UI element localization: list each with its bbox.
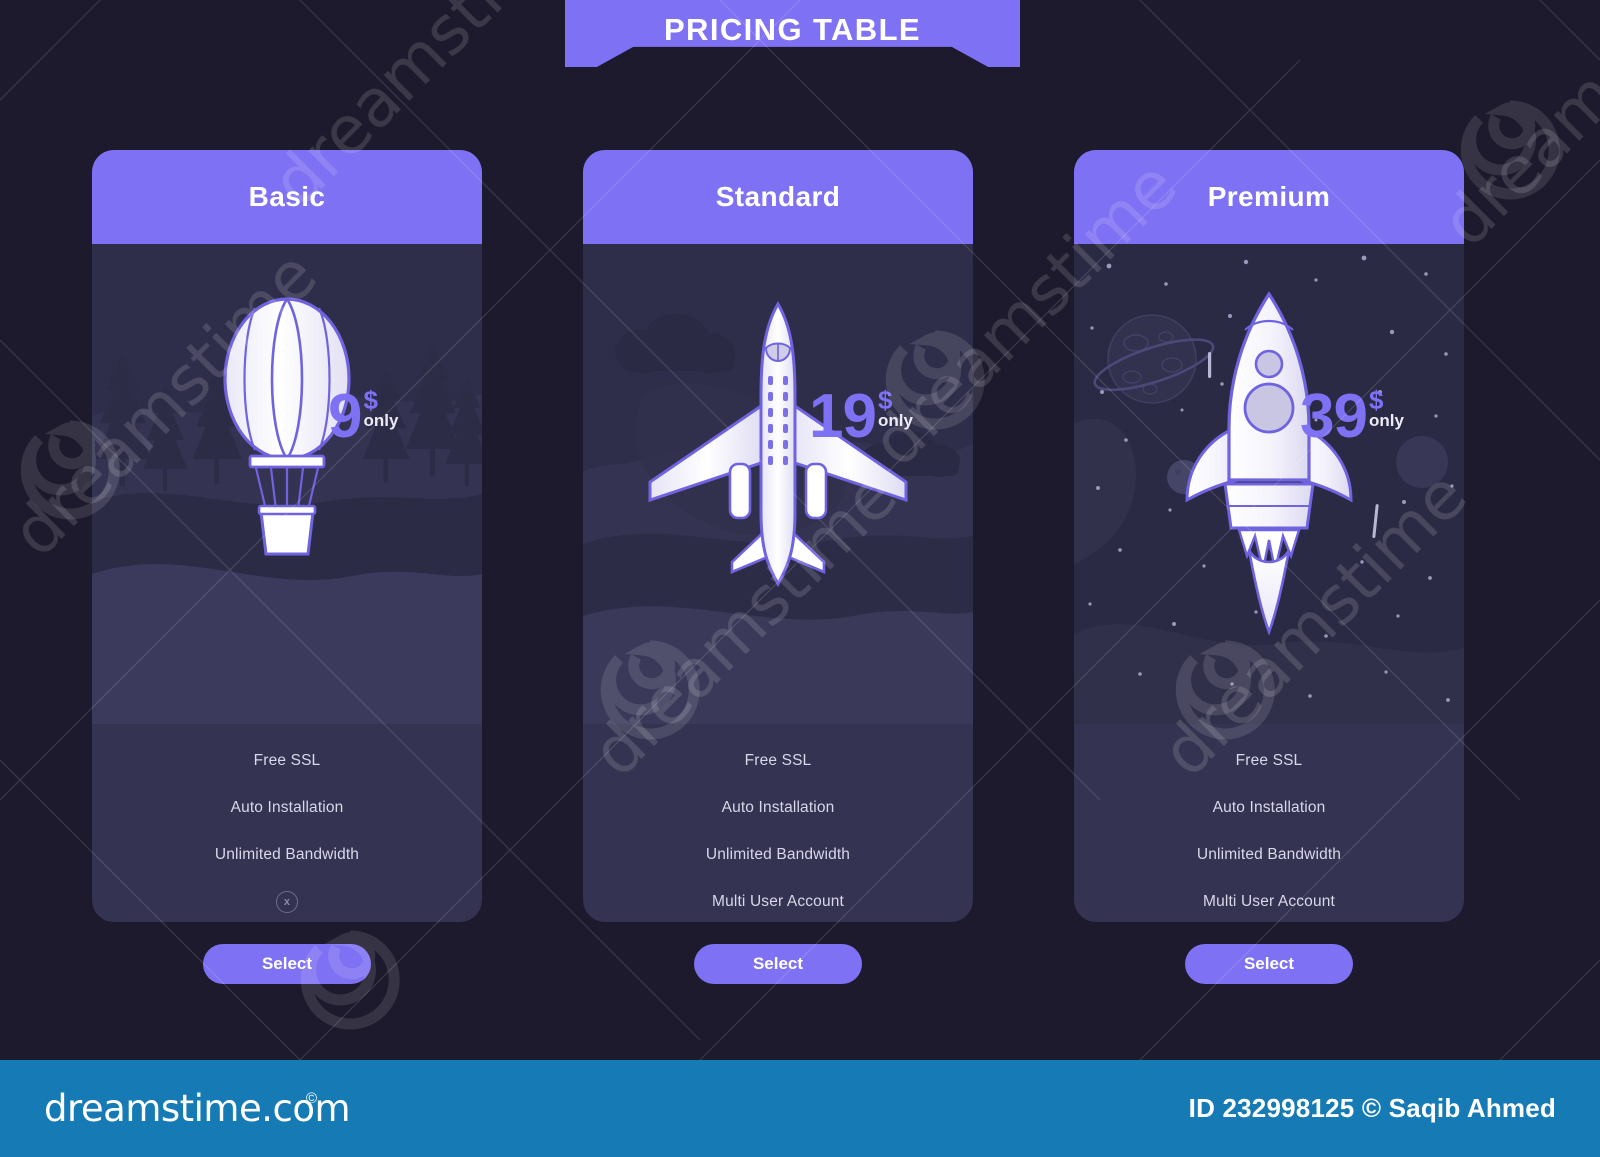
illustration-hot-air-balloon: 9 $ only xyxy=(92,244,482,724)
select-button-premium[interactable]: Select xyxy=(1185,944,1353,984)
copyright-mark-icon: © xyxy=(306,1090,318,1107)
plan-card-standard[interactable]: Standard 19 $ only Free SSL Auto Install… xyxy=(583,150,973,922)
dreamstime-logo-text: dreamstime.com xyxy=(44,1087,351,1130)
artboard-canvas: PRICING TABLE Basic 9 $ only Free SSL Au… xyxy=(0,0,1600,1060)
feature-item: Auto Installation xyxy=(230,799,344,817)
feature-item-unavailable: x xyxy=(276,878,298,922)
feature-item: Multi User Account xyxy=(1203,892,1335,910)
feature-item: Unlimited Bandwidth xyxy=(1196,845,1342,863)
plan-name: Basic xyxy=(248,181,326,212)
plan-header-basic: Basic xyxy=(92,150,482,244)
pricing-table-artboard: PRICING TABLE Basic 9 $ only Free SSL Au… xyxy=(0,0,1600,1157)
feature-item: Auto Installation xyxy=(721,799,835,817)
illustration-airplane: 19 $ only xyxy=(583,244,973,724)
feature-item: Unlimited Bandwidth xyxy=(705,845,851,863)
illustration-rocket: 39 $ only xyxy=(1074,244,1464,724)
dreamstime-logo: dreamstime.com © xyxy=(44,1087,351,1130)
plan-cards: Basic 9 $ only Free SSL Auto Installatio… xyxy=(0,0,1600,1060)
feature-item: Unlimited Bandwidth xyxy=(214,845,360,863)
close-icon: x xyxy=(276,890,298,913)
plan-header-premium: Premium xyxy=(1074,150,1464,244)
plan-card-basic[interactable]: Basic 9 $ only Free SSL Auto Installatio… xyxy=(92,150,482,922)
feature-list-basic: Free SSL Auto Installation Unlimited Ban… xyxy=(92,738,482,922)
plan-card-premium[interactable]: Premium 39 $ only Free SSL Auto Installa… xyxy=(1074,150,1464,922)
select-button-basic[interactable]: Select xyxy=(203,944,371,984)
image-credit: ID 232998125 © Saqib Ahmed xyxy=(1188,1093,1556,1123)
select-button-standard[interactable]: Select xyxy=(694,944,862,984)
plan-name: Premium xyxy=(1207,181,1331,212)
plan-header-standard: Standard xyxy=(583,150,973,244)
stock-footer-bar: dreamstime.com © ID 232998125 © Saqib Ah… xyxy=(0,1060,1600,1157)
feature-item: Auto Installation xyxy=(1212,799,1326,817)
plan-name: Standard xyxy=(715,181,841,212)
feature-item: Free SSL xyxy=(744,752,812,770)
feature-item: Free SSL xyxy=(253,752,321,770)
feature-list-premium: Free SSL Auto Installation Unlimited Ban… xyxy=(1074,738,1464,922)
feature-item: Multi User Account xyxy=(712,892,844,910)
feature-list-standard: Free SSL Auto Installation Unlimited Ban… xyxy=(583,738,973,922)
feature-item: Free SSL xyxy=(1235,752,1303,770)
